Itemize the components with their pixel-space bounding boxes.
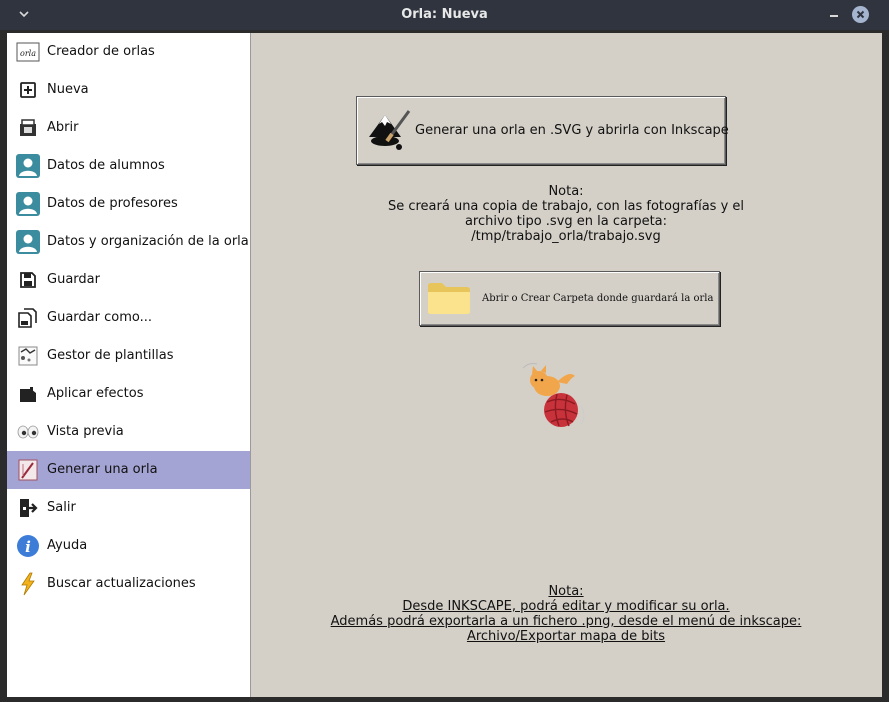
open-icon bbox=[20, 119, 36, 136]
sidebar-item-label: Datos y organización de la orla bbox=[47, 234, 249, 249]
user-icon bbox=[16, 230, 40, 254]
note-bottom-title: Nota: bbox=[548, 584, 584, 599]
sidebar-item-datos-profesores[interactable]: Datos de profesores bbox=[7, 185, 250, 223]
inkscape-icon bbox=[369, 110, 411, 150]
orla-logo-icon: orla bbox=[16, 42, 40, 62]
sidebar-item-label: Buscar actualizaciones bbox=[47, 576, 196, 591]
sidebar-item-buscar-actualizaciones[interactable]: Buscar actualizaciones bbox=[7, 565, 250, 603]
sidebar-item-salir[interactable]: Salir bbox=[7, 489, 250, 527]
template-icon bbox=[18, 346, 38, 366]
note-bottom-line: Desde INKSCAPE, podrá editar y modificar… bbox=[402, 599, 730, 614]
sidebar-item-label: Aplicar efectos bbox=[47, 386, 144, 401]
sidebar-item-label: Datos de alumnos bbox=[47, 158, 165, 173]
sidebar-item-generar-orla[interactable]: Generar una orla bbox=[7, 451, 250, 489]
sidebar-item-nueva[interactable]: Nueva bbox=[7, 71, 250, 109]
main-panel: Generar una orla en .SVG y abrirla con I… bbox=[251, 33, 882, 697]
sidebar-item-aplicar-efectos[interactable]: Aplicar efectos bbox=[7, 375, 250, 413]
cat-yarn-image bbox=[522, 363, 585, 427]
open-folder-button[interactable]: Abrir o Crear Carpeta donde guardará la … bbox=[419, 271, 720, 326]
sidebar-item-label: Abrir bbox=[47, 120, 79, 135]
sidebar-item-ayuda[interactable]: i Ayuda bbox=[7, 527, 250, 565]
user-icon bbox=[16, 154, 40, 178]
sidebar-item-label: Guardar como... bbox=[47, 310, 152, 325]
title-bar: Orla: Nueva bbox=[0, 0, 889, 30]
sidebar-item-label: Datos de profesores bbox=[47, 196, 178, 211]
window-title: Orla: Nueva bbox=[401, 7, 488, 22]
generate-inkscape-button[interactable]: Generar una orla en .SVG y abrirla con I… bbox=[356, 96, 729, 165]
svg-text:i: i bbox=[25, 538, 31, 556]
sidebar-item-vista-previa[interactable]: Vista previa bbox=[7, 413, 250, 451]
sidebar-item-guardar[interactable]: Guardar bbox=[7, 261, 250, 299]
save-as-icon bbox=[18, 308, 37, 328]
minimize-icon[interactable] bbox=[826, 6, 842, 22]
note-top-path: /tmp/trabajo_orla/trabajo.svg bbox=[471, 229, 661, 244]
exit-icon bbox=[20, 499, 38, 517]
user-icon bbox=[16, 192, 40, 216]
sidebar-item-datos-alumnos[interactable]: Datos de alumnos bbox=[7, 147, 250, 185]
close-icon bbox=[856, 10, 865, 19]
note-top-line: archivo tipo .svg en la carpeta: bbox=[464, 214, 668, 229]
sidebar-item-label: Gestor de plantillas bbox=[47, 348, 174, 363]
sidebar-item-label: Ayuda bbox=[47, 538, 88, 553]
note-top-line: Se creará una copia de trabajo, con las … bbox=[387, 199, 745, 214]
eyes-icon bbox=[17, 425, 39, 439]
open-folder-label: Abrir o Crear Carpeta donde guardará la … bbox=[482, 293, 714, 304]
generate-icon bbox=[18, 459, 38, 481]
info-icon: i bbox=[17, 535, 39, 557]
sidebar-item-label: Vista previa bbox=[47, 424, 124, 439]
new-file-icon bbox=[20, 82, 36, 98]
folder-icon bbox=[428, 283, 470, 314]
sidebar-item-label: Generar una orla bbox=[47, 462, 158, 477]
sidebar-item-label: Salir bbox=[47, 500, 76, 515]
sidebar-item-datos-organizacion[interactable]: Datos y organización de la orla bbox=[7, 223, 250, 261]
sidebar-item-creador[interactable]: orla Creador de orlas bbox=[7, 33, 250, 71]
note-top-title: Nota: bbox=[548, 184, 584, 199]
sidebar-item-label: Guardar bbox=[47, 272, 100, 287]
app-window: Orla: Nueva orla Creador de orlas Nueva bbox=[0, 0, 889, 702]
save-icon bbox=[20, 272, 36, 288]
sidebar-item-abrir[interactable]: Abrir bbox=[7, 109, 250, 147]
close-button[interactable] bbox=[852, 6, 869, 23]
sidebar-item-label: Creador de orlas bbox=[47, 44, 155, 59]
lightning-icon bbox=[21, 572, 35, 596]
svg-text:orla: orla bbox=[20, 49, 36, 58]
sidebar-item-label: Nueva bbox=[47, 82, 89, 97]
note-bottom-line: Archivo/Exportar mapa de bits bbox=[466, 629, 666, 644]
sidebar: orla Creador de orlas Nueva Abrir Datos … bbox=[7, 33, 251, 697]
note-bottom-line: Además podrá exportarla a un fichero .pn… bbox=[330, 614, 802, 629]
effects-icon bbox=[20, 387, 36, 402]
generate-inkscape-label: Generar una orla en .SVG y abrirla con I… bbox=[415, 123, 729, 138]
sidebar-item-guardar-como[interactable]: Guardar como... bbox=[7, 299, 250, 337]
sidebar-item-gestor-plantillas[interactable]: Gestor de plantillas bbox=[7, 337, 250, 375]
